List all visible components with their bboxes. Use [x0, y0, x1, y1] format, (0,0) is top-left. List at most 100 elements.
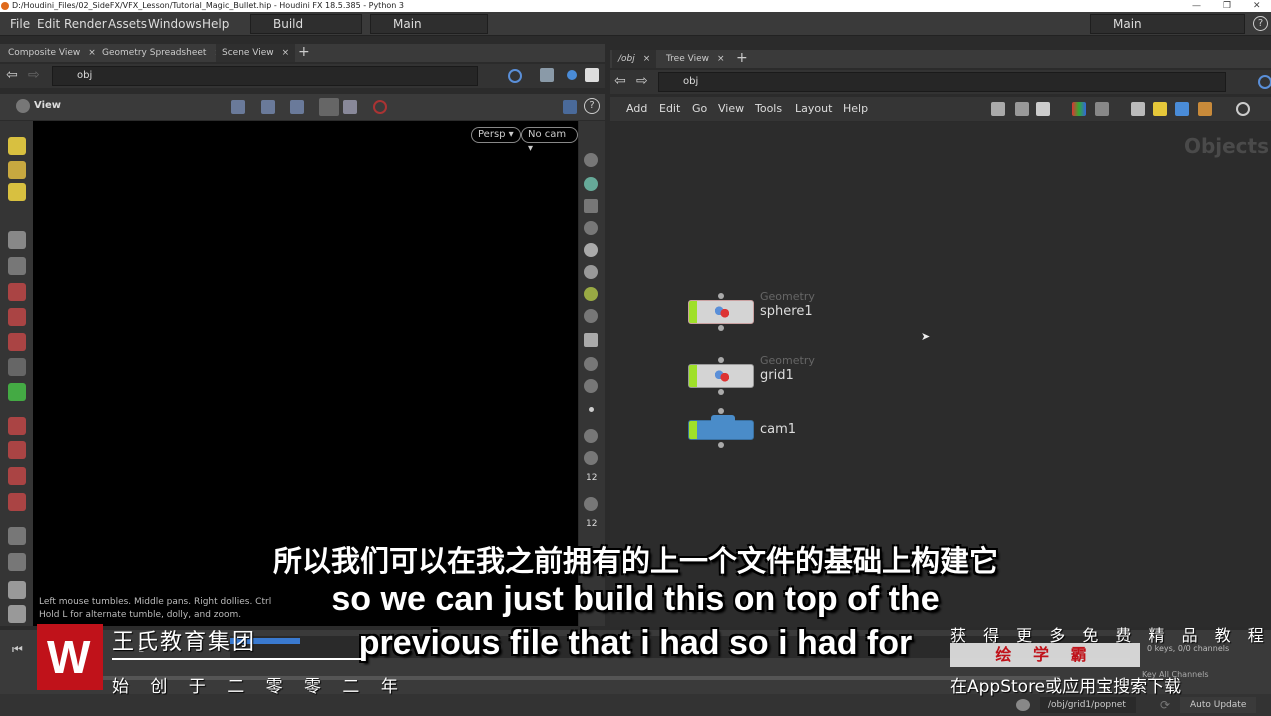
normal-icon[interactable] [584, 429, 598, 443]
menu-go[interactable]: Go [692, 102, 707, 115]
wrench-icon[interactable] [991, 102, 1005, 116]
camera-display-icon[interactable] [584, 379, 598, 393]
input-connector[interactable] [718, 293, 724, 299]
pose-tool-icon[interactable] [8, 358, 26, 376]
right-desktop-select[interactable]: Main [1090, 14, 1245, 34]
menu-view[interactable]: View [718, 102, 744, 115]
menu-help[interactable]: Help [202, 17, 229, 31]
display-flag[interactable] [689, 301, 697, 323]
tab-obj[interactable]: /obj × [612, 50, 657, 68]
pin-icon[interactable] [584, 309, 598, 323]
edit-tool-icon[interactable] [8, 183, 26, 201]
forward-icon[interactable]: ⇨ [28, 67, 40, 83]
snap-point-icon[interactable] [8, 467, 26, 485]
sticky-note-icon[interactable] [1153, 102, 1167, 116]
visibility-icon[interactable] [584, 357, 598, 371]
restore-button[interactable]: ❐ [1223, 0, 1231, 12]
prim-number-icon[interactable]: 12 [586, 519, 597, 529]
tab-tree-view[interactable]: Tree View × [660, 50, 731, 68]
menu-windows[interactable]: Windows [148, 17, 202, 31]
close-icon[interactable]: × [88, 48, 96, 58]
handle-tool-icon[interactable] [8, 137, 26, 155]
magnet-icon[interactable] [8, 493, 26, 511]
list-icon[interactable] [1036, 102, 1050, 116]
path-field[interactable]: obj [52, 66, 478, 86]
menu-tools[interactable]: Tools [755, 102, 782, 115]
frame-icon[interactable] [343, 100, 357, 114]
help-icon[interactable]: ? [584, 98, 600, 114]
tree-icon[interactable] [1015, 102, 1029, 116]
close-button[interactable]: ✕ [1253, 0, 1261, 12]
stop-icon[interactable] [373, 100, 387, 114]
bulb-icon[interactable] [584, 287, 598, 301]
tab-geometry-spreadsheet[interactable]: Geometry Spreadsheet× [96, 44, 228, 62]
prim-icon[interactable] [584, 497, 598, 511]
input-connector[interactable] [718, 357, 724, 363]
back-icon[interactable]: ⇦ [614, 73, 626, 89]
color-palette-icon[interactable] [1072, 102, 1086, 116]
target-icon[interactable] [508, 69, 522, 83]
package-icon[interactable] [1198, 102, 1212, 116]
close-icon[interactable]: × [643, 54, 651, 64]
node-sphere1[interactable] [688, 300, 754, 324]
status-path[interactable]: /obj/grid1/popnet [1040, 697, 1136, 713]
add-tab-icon[interactable]: + [298, 44, 310, 60]
snap-prim-icon[interactable] [8, 441, 26, 459]
lock-icon[interactable] [584, 199, 598, 213]
square-icon[interactable] [585, 68, 599, 82]
node-grid1[interactable] [688, 364, 754, 388]
menu-layout[interactable]: Layout [795, 102, 832, 115]
light-icon[interactable] [584, 221, 598, 235]
node-cam1[interactable] [688, 415, 754, 440]
desktop-select[interactable]: Build [250, 14, 362, 34]
input-connector[interactable] [718, 408, 724, 414]
display-icon[interactable] [584, 153, 598, 167]
move-tool-icon[interactable] [8, 283, 26, 301]
shading-icon[interactable] [584, 243, 598, 257]
select-icon[interactable] [261, 100, 275, 114]
tab-composite-view[interactable]: Composite View × [2, 44, 102, 62]
auto-update-select[interactable]: Auto Update [1180, 697, 1256, 713]
close-icon[interactable]: × [717, 54, 725, 64]
output-connector[interactable] [718, 389, 724, 395]
menu-edit[interactable]: Edit [659, 102, 680, 115]
point-number-icon[interactable]: 12 [586, 473, 597, 483]
path-field[interactable]: obj [658, 72, 1226, 92]
node-name[interactable]: grid1 [760, 368, 794, 383]
image-icon[interactable] [1175, 102, 1189, 116]
cam-menu[interactable]: No cam ▾ [521, 127, 578, 154]
rotate-tool-icon[interactable] [8, 308, 26, 326]
menu-render[interactable]: Render [64, 17, 107, 31]
brush-tool-icon[interactable] [8, 161, 26, 179]
tab-scene-view[interactable]: Scene View × [216, 44, 296, 62]
refresh-icon[interactable]: ⟳ [1160, 698, 1170, 712]
scale-tool-icon[interactable] [8, 333, 26, 351]
menu-edit[interactable]: Edit [37, 17, 60, 31]
point-icon[interactable] [589, 407, 594, 412]
transform-tool-icon[interactable] [8, 383, 26, 401]
lighting-icon[interactable] [584, 265, 598, 279]
background-icon[interactable] [584, 333, 598, 347]
add-tab-icon[interactable]: + [736, 50, 748, 66]
menu-add[interactable]: Add [626, 102, 647, 115]
menu-file[interactable]: File [10, 17, 30, 31]
node-name[interactable]: cam1 [760, 422, 796, 437]
network-box-icon[interactable] [1131, 102, 1145, 116]
snap-icon[interactable] [319, 98, 339, 116]
cube-icon[interactable] [540, 68, 554, 82]
menu-assets[interactable]: Assets [108, 17, 147, 31]
target-icon[interactable] [1258, 75, 1271, 89]
output-connector[interactable] [718, 442, 724, 448]
menu-help[interactable]: Help [843, 102, 868, 115]
tumble-icon[interactable] [231, 100, 245, 114]
node-name[interactable]: sphere1 [760, 304, 813, 319]
forward-icon[interactable]: ⇨ [636, 73, 648, 89]
output-connector[interactable] [718, 325, 724, 331]
camera-tool-icon[interactable] [290, 100, 304, 114]
display-flag[interactable] [689, 365, 697, 387]
shape-palette-icon[interactable] [1095, 102, 1109, 116]
search-icon[interactable] [1236, 102, 1250, 116]
ghost-icon[interactable] [584, 177, 598, 191]
lock-icon[interactable] [8, 257, 26, 275]
display-options-icon[interactable] [563, 100, 577, 114]
